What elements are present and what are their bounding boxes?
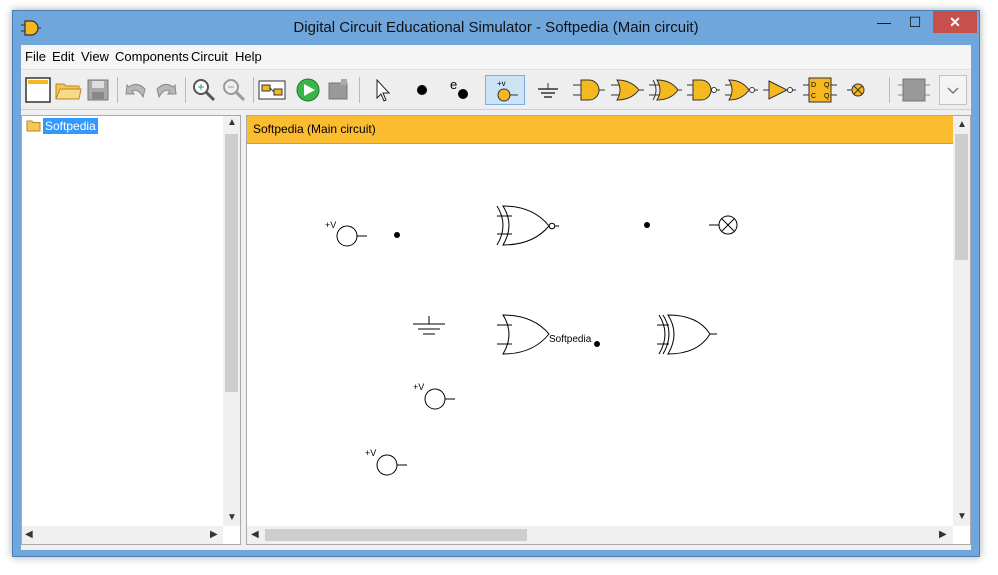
scroll-right-icon[interactable]: ▶	[210, 530, 218, 540]
maximize-button[interactable]: ☐	[901, 11, 929, 33]
or-gate-icon[interactable]	[611, 75, 644, 105]
toolbar: e +v D Q C Q	[21, 71, 971, 110]
folder-icon	[26, 120, 41, 132]
save-disk-icon[interactable]	[83, 75, 113, 105]
svg-text:+V: +V	[365, 448, 376, 458]
voltage-source-3[interactable]: +V	[365, 448, 407, 476]
menu-bar: File Edit View Components Circuit Help	[21, 45, 971, 70]
ground-icon[interactable]	[533, 75, 563, 105]
scroll-up-icon[interactable]: ▲	[227, 118, 237, 128]
pointer-icon[interactable]	[367, 75, 397, 105]
stop-icon[interactable]	[323, 75, 353, 105]
redo-icon[interactable]	[151, 75, 181, 105]
xor-gate[interactable]	[657, 314, 717, 355]
close-button[interactable]: ✕	[933, 11, 977, 33]
svg-text:+V: +V	[325, 220, 336, 230]
node-icon[interactable]	[407, 75, 437, 105]
svg-text:D: D	[811, 82, 816, 89]
zoom-out-icon[interactable]	[219, 75, 249, 105]
chip-icon[interactable]	[897, 75, 930, 105]
client-area: File Edit View Components Circuit Help e…	[21, 45, 971, 550]
input-pin-icon[interactable]: e	[445, 75, 475, 105]
svg-text:+v: +v	[497, 79, 506, 88]
tree-vertical-scrollbar[interactable]: ▲ ▼	[223, 116, 240, 526]
canvas-vertical-scrollbar[interactable]: ▲ ▼	[953, 116, 970, 526]
nand-gate-icon[interactable]	[687, 75, 720, 105]
menu-edit[interactable]: Edit	[52, 49, 74, 64]
project-tree[interactable]: Softpedia ▲ ▼ ◀ ▶	[21, 115, 241, 545]
scroll-down-icon[interactable]: ▼	[227, 513, 237, 523]
minimize-button[interactable]: —	[870, 11, 898, 33]
voltage-source-1[interactable]: +V	[325, 220, 367, 247]
node-3[interactable]	[594, 341, 600, 347]
nor-gate-icon[interactable]	[725, 75, 758, 105]
app-window: Digital Circuit Educational Simulator - …	[12, 10, 980, 557]
lamp[interactable]	[709, 215, 738, 235]
ground[interactable]	[413, 316, 445, 335]
svg-text:Q: Q	[824, 82, 830, 89]
node-1[interactable]	[394, 232, 400, 238]
lamp-icon[interactable]	[843, 75, 873, 105]
circuit-canvas[interactable]: +V Softpedia +V +V	[247, 144, 952, 526]
circuit-tab[interactable]: Softpedia (Main circuit)	[247, 116, 953, 144]
svg-text:Q: Q	[824, 93, 830, 100]
scroll-left-icon[interactable]: ◀	[25, 530, 33, 540]
nand-gate[interactable]	[496, 205, 559, 246]
gate-label: Softpedia	[549, 334, 592, 345]
subcircuit-icon[interactable]	[257, 75, 287, 105]
canvas-hscroll-thumb[interactable]	[265, 529, 527, 541]
or-gate[interactable]: Softpedia	[497, 314, 592, 355]
run-icon[interactable]	[293, 75, 323, 105]
tree-scroll-thumb[interactable]	[225, 134, 238, 392]
canvas-scroll-down-icon[interactable]: ▼	[957, 512, 967, 522]
menu-circuit[interactable]: Circuit	[191, 49, 228, 64]
tree-root-label: Softpedia	[43, 118, 98, 134]
new-file-icon[interactable]	[23, 75, 53, 105]
xor-gate-icon[interactable]	[649, 75, 682, 105]
circuit-editor: Softpedia (Main circuit) +V Softpedia +V…	[246, 115, 971, 545]
tree-horizontal-scrollbar[interactable]: ◀ ▶	[22, 526, 223, 544]
title-bar[interactable]: Digital Circuit Educational Simulator - …	[13, 11, 979, 45]
circuit-tab-title: Softpedia (Main circuit)	[253, 122, 376, 136]
d-flipflop-icon[interactable]: D Q C Q	[803, 75, 837, 105]
voltage-source-icon[interactable]: +v	[485, 75, 525, 105]
svg-text:e: e	[450, 77, 457, 92]
canvas-scroll-up-icon[interactable]: ▲	[957, 120, 967, 130]
menu-file[interactable]: File	[25, 49, 46, 64]
and-gate-icon[interactable]	[573, 75, 605, 105]
menu-help[interactable]: Help	[235, 49, 262, 64]
voltage-source-2[interactable]: +V	[413, 382, 455, 410]
canvas-scroll-left-icon[interactable]: ◀	[251, 530, 259, 540]
window-title: Digital Circuit Educational Simulator - …	[293, 19, 699, 36]
menu-components[interactable]: Components	[115, 49, 189, 64]
open-folder-icon[interactable]	[53, 75, 83, 105]
zoom-in-icon[interactable]	[189, 75, 219, 105]
svg-text:C: C	[811, 93, 816, 100]
dropdown-icon[interactable]	[939, 75, 967, 105]
node-2[interactable]	[644, 222, 650, 228]
undo-icon[interactable]	[121, 75, 151, 105]
canvas-horizontal-scrollbar[interactable]: ◀ ▶	[247, 526, 953, 544]
canvas-scroll-right-icon[interactable]: ▶	[939, 530, 947, 540]
canvas-vscroll-thumb[interactable]	[955, 134, 968, 260]
svg-text:+V: +V	[413, 382, 424, 392]
menu-view[interactable]: View	[81, 49, 109, 64]
not-gate-icon[interactable]	[763, 75, 796, 105]
